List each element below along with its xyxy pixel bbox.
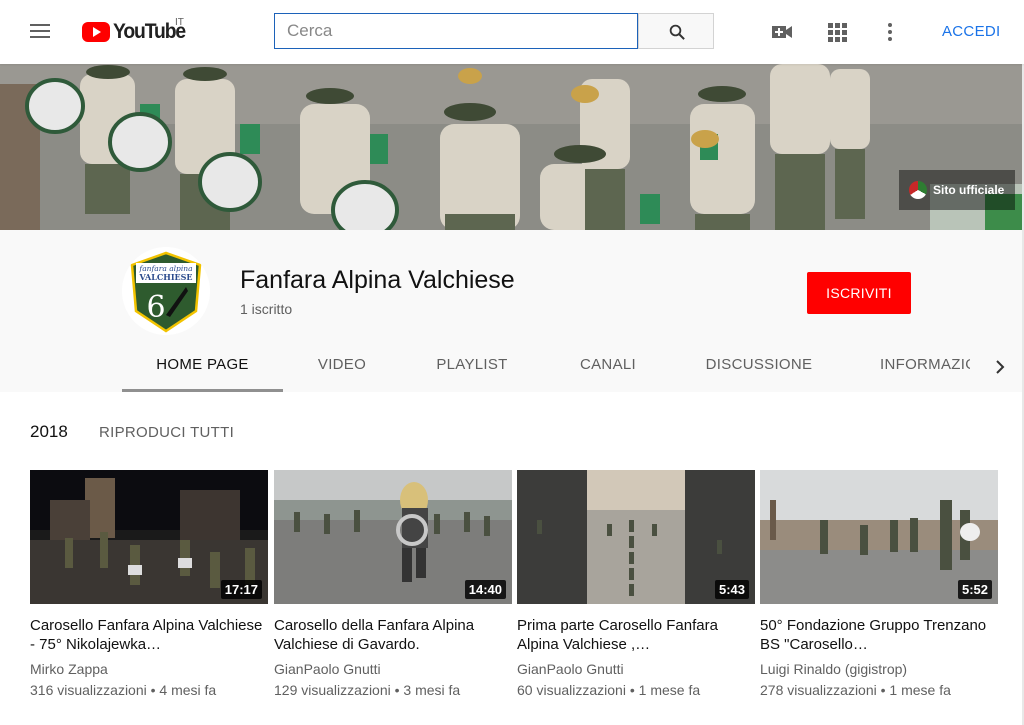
video-meta: 278 visualizzazioni • 1 mese fa — [760, 682, 951, 698]
video-duration: 5:52 — [957, 580, 992, 599]
channel-header: fanfara alpina VALCHIESE 6 Fanfara Alpin… — [0, 230, 1024, 392]
video-views: 129 visualizzazioni — [274, 682, 391, 698]
video-title[interactable]: Carosello della Fanfara Alpina Valchiese… — [274, 616, 512, 654]
video-channel[interactable]: GianPaolo Gnutti — [517, 661, 755, 677]
video-title[interactable]: 50° Fondazione Gruppo Trenzano BS "Caros… — [760, 616, 998, 654]
play-all-button[interactable]: RIPRODUCI TUTTI — [99, 424, 234, 441]
tab-discussion[interactable]: DISCUSSIONE — [697, 342, 821, 392]
apps-grid-icon[interactable] — [825, 20, 849, 44]
video-thumbnail[interactable]: 5:52 — [760, 470, 998, 604]
youtube-logo[interactable]: YouTube IT — [82, 17, 191, 44]
video-meta: 316 visualizzazioni • 4 mesi fa — [30, 682, 217, 698]
search-icon — [669, 24, 685, 40]
subscribe-button[interactable]: ISCRIVITI — [807, 272, 911, 314]
official-site-label: Sito ufficiale — [933, 183, 1005, 197]
video-age: 1 mese fa — [889, 682, 951, 698]
tab-about[interactable]: INFORMAZIONI — [880, 342, 970, 392]
channel-banner — [0, 64, 1024, 230]
video-camera-icon[interactable] — [770, 20, 794, 44]
channel-title: Fanfara Alpina Valchiese — [240, 266, 515, 294]
tab-videos[interactable]: VIDEO — [300, 342, 384, 392]
video-duration: 5:43 — [714, 580, 749, 599]
video-item[interactable]: 17:17 Carosello Fanfara Alpina Valchiese… — [30, 470, 268, 698]
avatar-number: 6 — [146, 290, 165, 325]
video-item[interactable]: 5:52 50° Fondazione Gruppo Trenzano BS "… — [760, 470, 998, 698]
subscriber-count: 1 iscritto — [240, 301, 293, 317]
tab-home[interactable]: HOME PAGE — [122, 342, 283, 392]
video-views: 60 visualizzazioni — [517, 682, 626, 698]
video-channel[interactable]: Luigi Rinaldo (gigistrop) — [760, 661, 998, 677]
video-channel[interactable]: GianPaolo Gnutti — [274, 661, 512, 677]
video-meta: 129 visualizzazioni • 3 mesi fa — [274, 682, 461, 698]
video-duration: 14:40 — [464, 580, 506, 599]
logo-region: IT — [175, 17, 184, 28]
video-views: 316 visualizzazioni — [30, 682, 147, 698]
site-favicon-icon — [909, 181, 927, 199]
video-age: 1 mese fa — [638, 682, 701, 698]
chevron-right-icon[interactable] — [988, 355, 1012, 379]
video-age: 4 mesi fa — [159, 682, 217, 698]
video-meta: 60 visualizzazioni • 1 mese fa — [517, 682, 701, 698]
video-item[interactable]: 14:40 Carosello della Fanfara Alpina Val… — [274, 470, 512, 698]
video-item[interactable]: 5:43 Prima parte Carosello Fanfara Alpin… — [517, 470, 755, 698]
video-thumbnail[interactable]: 14:40 — [274, 470, 512, 604]
video-thumbnail[interactable]: 17:17 — [30, 470, 268, 604]
channel-avatar[interactable]: fanfara alpina VALCHIESE 6 — [122, 247, 210, 335]
signin-button[interactable]: ACCEDI — [942, 23, 1000, 40]
video-channel[interactable]: Mirko Zappa — [30, 661, 268, 677]
video-thumbnail[interactable]: 5:43 — [517, 470, 755, 604]
avatar-text-name: VALCHIESE — [138, 272, 192, 282]
video-duration: 17:17 — [220, 580, 262, 599]
video-title[interactable]: Carosello Fanfara Alpina Valchiese - 75°… — [30, 616, 268, 654]
youtube-play-icon — [82, 22, 110, 42]
video-views: 278 visualizzazioni — [760, 682, 877, 698]
menu-icon[interactable] — [28, 20, 52, 44]
tab-playlists[interactable]: PLAYLIST — [425, 342, 519, 392]
search-input[interactable] — [274, 13, 638, 49]
masthead: YouTube IT ACCEDI — [0, 0, 1024, 64]
video-age: 3 mesi fa — [403, 682, 461, 698]
more-vert-icon[interactable] — [878, 20, 902, 44]
video-title[interactable]: Prima parte Carosello Fanfara Alpina Val… — [517, 616, 755, 654]
search-button[interactable] — [638, 13, 714, 49]
banner-image — [0, 64, 1024, 230]
official-site-link[interactable]: Sito ufficiale — [899, 170, 1015, 210]
shelf-title: 2018 — [30, 422, 68, 441]
channel-tabs: HOME PAGE VIDEO PLAYLIST CANALI DISCUSSI… — [0, 342, 1024, 392]
tab-channels[interactable]: CANALI — [565, 342, 651, 392]
